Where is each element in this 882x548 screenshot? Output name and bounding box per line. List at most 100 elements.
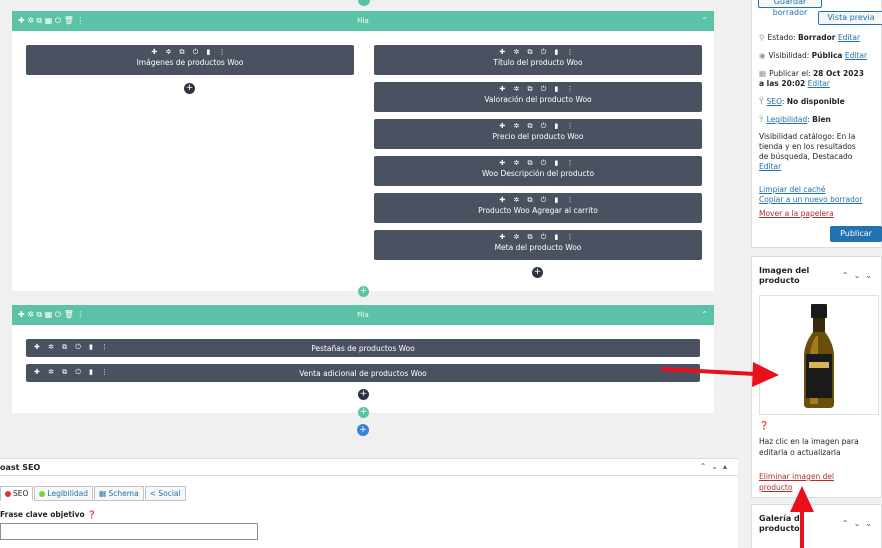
edit-visibility-link[interactable]: Editar (845, 51, 867, 60)
module-woo-images[interactable]: ✚ ✲ ⧉ ⏻ ▮ ⋮ Imágenes de productos Woo (26, 45, 354, 75)
seo-line: Ÿ SEO: No disponible (759, 97, 845, 106)
trash-line: Mover a la papelera (759, 209, 834, 219)
chevron-up-icon[interactable]: ⌃ (701, 16, 708, 25)
edit-status-link[interactable]: Editar (838, 33, 860, 42)
pin-icon: ⚲ (759, 33, 765, 42)
add-module-button[interactable]: + (532, 267, 543, 278)
readability-link[interactable]: Legibilidad (767, 115, 808, 124)
yoast-title: oast SEO (0, 463, 41, 472)
module-title: Pestañas de productos Woo (311, 344, 415, 353)
status-dot-icon (39, 490, 46, 497)
row-toolbar-2[interactable]: ✚ ✲ ⧉ ▦ ⏻ 🗑 ⋮ Fila ⌃ (12, 305, 714, 325)
publish-button[interactable]: Publicar (830, 226, 882, 242)
clear-cache-link[interactable]: Limpiar del caché (759, 185, 826, 194)
image-help-line-2: editarla o actualizarla (759, 448, 841, 457)
row-title: Fila (357, 311, 369, 319)
tab-social[interactable]: < Social (144, 486, 186, 501)
edit-date-link[interactable]: Editar (808, 79, 830, 88)
module-woo-add-to-cart[interactable]: ✚ ✲ ⧉ ⏻ ▮ ⋮ Producto Woo Agregar al carr… (374, 193, 702, 223)
image-help-line-1: Haz clic en la imagen para (759, 437, 859, 446)
module-title: Venta adicional de productos Woo (299, 369, 427, 378)
preview-button[interactable]: Vista previa (818, 11, 882, 25)
chevron-up-icon[interactable]: ⌃ (701, 310, 708, 319)
red-arrow-right-icon (660, 362, 779, 387)
copy-draft-line: Copiar a un nuevo borrador (759, 195, 863, 205)
save-draft-button[interactable]: Guardar borrador (758, 0, 822, 17)
module-woo-price[interactable]: ✚ ✲ ⧉ ⏻ ▮ ⋮ Precio del producto Woo (374, 119, 702, 149)
red-arrow-up-icon (790, 486, 814, 548)
help-icon[interactable]: ❓ (759, 421, 769, 430)
row-tools[interactable]: ✚ ✲ ⧉ ▦ ⏻ 🗑 ⋮ (18, 16, 84, 26)
grid-icon: ▦ (99, 489, 109, 498)
seo-link[interactable]: SEO (767, 97, 782, 106)
module-woo-rating[interactable]: ✚ ✲ ⧉ ⏻ ▮ ⋮ Valoración del producto Woo (374, 82, 702, 112)
module-title: Imágenes de productos Woo (136, 58, 244, 67)
row-section-1: ✚ ✲ ⧉ ▦ ⏻ 🗑 ⋮ Fila ⌃ ✚ ✲ ⧉ ⏻ ▮ ⋮ Imágene… (12, 11, 714, 291)
focus-keyphrase-label: Frase clave objetivo ❓ (0, 510, 97, 519)
focus-keyphrase-input[interactable] (0, 523, 258, 540)
publish-time-line: a las 20:02 Editar (759, 79, 830, 88)
module-woo-tabs[interactable]: ✚ ✲ ⧉ ⏻ ▮ ⋮ Pestañas de productos Woo (26, 339, 700, 357)
calendar-icon: ▦ (759, 69, 767, 78)
tab-schema[interactable]: ▦ Schema (94, 486, 144, 501)
module-title: Meta del producto Woo (494, 243, 582, 252)
yoast-seo-panel: oast SEO ⌃⌄▴ SEO Legibilidad ▦ Schema < … (0, 458, 738, 548)
clear-cache-line: Limpiar del caché (759, 185, 826, 195)
module-woo-description[interactable]: ✚ ✲ ⧉ ⏻ ▮ ⋮ Woo Descripción del producto (374, 156, 702, 186)
remove-image-link[interactable]: Eliminar imagen del (759, 472, 834, 481)
yoast-icon: Ÿ (759, 115, 764, 124)
catalog-line-2: tienda y en los resultados (759, 142, 856, 151)
add-module-button[interactable]: + (184, 83, 195, 94)
row-tools[interactable]: ✚ ✲ ⧉ ▦ ⏻ 🗑 ⋮ (18, 310, 84, 320)
module-title: Título del producto Woo (493, 58, 583, 67)
status-dot-icon (5, 490, 11, 497)
catalog-line-1: Visibilidad catálogo: En la (759, 132, 856, 141)
product-image-title: Imagen del producto (759, 266, 810, 285)
module-tools[interactable]: ✚ ✲ ⧉ ⏻ ▮ ⋮ (374, 48, 702, 57)
module-title: Precio del producto Woo (492, 132, 584, 141)
row-title: Fila (357, 17, 369, 25)
catalog-edit-line: Editar (759, 162, 781, 172)
add-section-button[interactable]: + (357, 424, 369, 436)
help-icon[interactable]: ❓ (87, 510, 96, 519)
module-tools[interactable]: ✚ ✲ ⧉ ⏻ ▮ ⋮ (374, 159, 702, 168)
module-title: Producto Woo Agregar al carrito (478, 206, 598, 215)
sidebar: Guardar borrador Vista previa ⚲ Estado: B… (748, 0, 882, 548)
module-title: Woo Descripción del producto (481, 169, 595, 178)
add-row-button[interactable]: + (358, 286, 369, 297)
module-tools[interactable]: ✚ ✲ ⧉ ⏻ ▮ ⋮ (374, 233, 702, 242)
eye-icon: ◉ (759, 51, 766, 60)
readability-line: Ÿ Legibilidad: Bien (759, 115, 831, 124)
panel-controls[interactable]: ⌃⌄▴ (700, 462, 732, 471)
module-tools[interactable]: ✚ ✲ ⧉ ⏻ ▮ ⋮ (374, 122, 702, 131)
remove-image-line-1: Eliminar imagen del (759, 472, 834, 482)
product-image[interactable] (759, 295, 879, 415)
visibility-line: ◉ Visibilidad: Pública Editar (759, 51, 868, 60)
module-woo-meta[interactable]: ✚ ✲ ⧉ ⏻ ▮ ⋮ Meta del producto Woo (374, 230, 702, 260)
yoast-header: oast SEO ⌃⌄▴ (0, 459, 738, 476)
module-tools[interactable]: ✚ ✲ ⧉ ⏻ ▮ ⋮ (374, 85, 702, 94)
yoast-icon: Ÿ (759, 97, 764, 106)
row-toolbar-1[interactable]: ✚ ✲ ⧉ ▦ ⏻ 🗑 ⋮ Fila ⌃ (12, 11, 714, 31)
olive-oil-bottle-icon (804, 304, 834, 408)
row-section-2: ✚ ✲ ⧉ ▦ ⏻ 🗑 ⋮ Fila ⌃ ✚ ✲ ⧉ ⏻ ▮ ⋮ Pestaña… (12, 305, 714, 413)
edit-catalog-link[interactable]: Editar (759, 162, 781, 171)
catalog-line-3: de búsqueda, Destacado (759, 152, 853, 161)
tab-seo[interactable]: SEO (0, 486, 34, 501)
module-woo-title[interactable]: ✚ ✲ ⧉ ⏻ ▮ ⋮ Título del producto Woo (374, 45, 702, 75)
module-woo-upsell[interactable]: ✚ ✲ ⧉ ⏻ ▮ ⋮ Venta adicional de productos… (26, 364, 700, 382)
add-module-button[interactable]: + (358, 389, 369, 400)
add-section-button[interactable] (358, 0, 370, 6)
module-tools[interactable]: ✚ ✲ ⧉ ⏻ ▮ ⋮ (26, 48, 354, 57)
yoast-tabs: SEO Legibilidad ▦ Schema < Social (0, 486, 187, 501)
module-title: Valoración del producto Woo (484, 95, 592, 104)
add-row-button[interactable]: + (358, 407, 369, 418)
box-controls[interactable]: ⌃⌄⌄ (842, 519, 877, 528)
publish-box: Guardar borrador Vista previa ⚲ Estado: B… (751, 0, 882, 248)
copy-draft-link[interactable]: Copiar a un nuevo borrador (759, 195, 863, 204)
status-line: ⚲ Estado: Borrador Editar (759, 33, 861, 42)
trash-link[interactable]: Mover a la papelera (759, 209, 834, 218)
module-tools[interactable]: ✚ ✲ ⧉ ⏻ ▮ ⋮ (374, 196, 702, 205)
tab-readability[interactable]: Legibilidad (34, 486, 94, 501)
box-controls[interactable]: ⌃⌄⌄ (842, 271, 877, 280)
